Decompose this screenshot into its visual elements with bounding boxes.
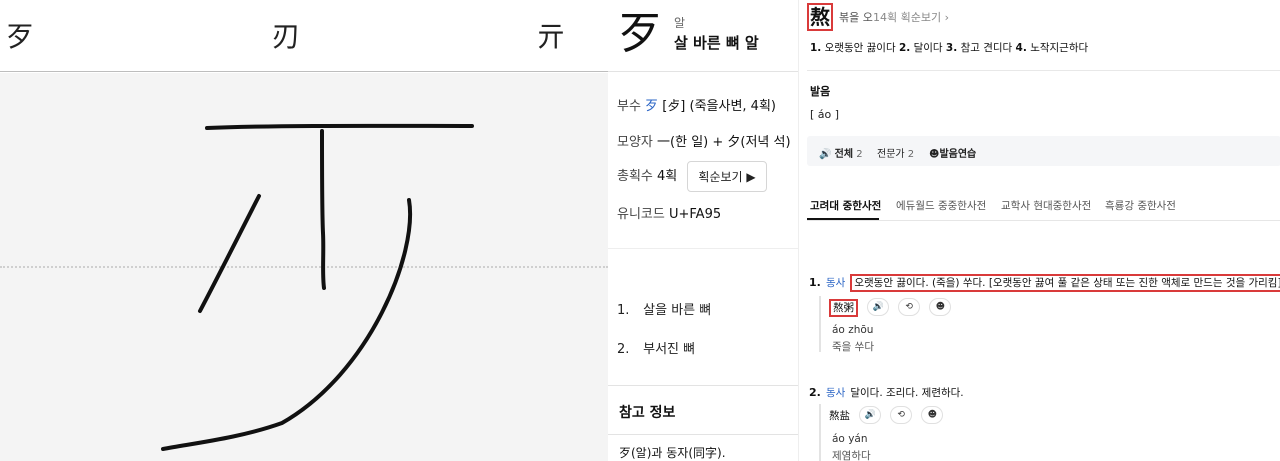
entry-character: 熬	[807, 3, 833, 31]
pron-expert-label: 전문가	[877, 149, 905, 160]
unicode-label: 유니코드	[617, 207, 665, 222]
stroke-2	[320, 129, 326, 290]
pron-practice-label: 발음연습	[939, 149, 977, 160]
example-pinyin: áo yán	[832, 433, 868, 445]
example-pinyin: áo zhōu	[832, 324, 874, 336]
definition-text: 살을 바른 뼈	[643, 303, 712, 318]
active-tab-indicator	[807, 218, 879, 220]
summary-text: 노작지근하다	[1030, 42, 1089, 54]
strokes-row: 총획수 4획 획순보기 ▶	[617, 161, 767, 192]
strokes-label: 총획수	[617, 169, 653, 184]
radical-row: 부수 歹 [歺] (죽을사변, 4획)	[617, 95, 776, 114]
meaning-summary: 1. 오랫동안 끓이다 2. 달이다 3. 참고 견디다 4. 노작지근하다	[810, 40, 1088, 55]
hanja-detail-panel: 歹 알 살 바른 뼈 알 부수 歹 [歺] (죽을사변, 4획) 모양자 一(한…	[608, 0, 798, 461]
sense-number: 1.	[809, 276, 821, 289]
definition-item: 2. 부서진 뼈	[617, 338, 695, 357]
candidate-2[interactable]: 刃	[272, 20, 300, 54]
shape-row: 모양자 一(한 일) + 夕(저녁 석)	[617, 131, 791, 150]
tab-divider	[807, 220, 1280, 221]
pron-expert-count: 2	[907, 149, 915, 160]
handwriting-canvas[interactable]	[0, 73, 608, 461]
pronunciation-title: 발음	[810, 85, 831, 98]
summary-number: 2.	[898, 42, 911, 54]
definition-number: 1.	[617, 303, 630, 318]
practice-icon: ☻	[929, 149, 940, 160]
example-toolbar: 熬粥 🔊 ⟲ ☻	[829, 296, 952, 317]
sense-number: 2.	[809, 386, 821, 399]
sense-pos[interactable]: 동사	[826, 277, 845, 289]
sense-item: 1. 동사 오랫동안 끓이다. (죽을) 쑤다. [오랫동안 끓여 풀 같은 상…	[809, 271, 1280, 292]
example-word: 熬粥	[829, 299, 858, 317]
summary-text: 참고 견디다	[960, 42, 1013, 54]
handwriting-panel: 歹 刃 亓	[0, 0, 608, 461]
tab-korea-univ[interactable]: 고려대 중한사전	[810, 198, 881, 213]
example-korean: 제염하다	[832, 450, 871, 461]
strokes-value: 4획	[657, 169, 678, 184]
entry-reading: 볶을 오	[839, 11, 873, 24]
shape-value: 一(한 일) + 夕(저녁 석)	[657, 135, 791, 150]
tab-kyohaksa[interactable]: 교학사 현대중한사전	[1001, 198, 1091, 213]
repeat-icon[interactable]: ⟲	[898, 297, 921, 316]
unicode-value: U+FA95	[668, 207, 722, 222]
summary-text: 오랫동안 끓이다	[824, 42, 896, 54]
definition-text: 부서진 뼈	[643, 342, 696, 357]
hanja-character: 歹	[618, 8, 662, 59]
speaker-icon: 🔊	[819, 149, 832, 160]
radical-label: 부수	[617, 99, 641, 114]
stroke-4	[161, 198, 412, 451]
reference-text: 歹(알)과 동자(同字).	[619, 446, 726, 460]
hanja-reading: 알	[674, 16, 686, 30]
pron-all-button[interactable]: 🔊 전체 2	[819, 145, 863, 160]
sense-item: 2. 동사 달이다. 조리다. 제련하다.	[809, 381, 964, 400]
practice-icon[interactable]: ☻	[921, 405, 944, 424]
stroke-3	[198, 194, 261, 313]
example-toolbar: 熬盐 🔊 ⟲ ☻	[829, 404, 944, 424]
divider	[608, 248, 798, 249]
reference-header: 참고 정보	[608, 385, 798, 435]
sense-text: 달이다. 조리다. 제련하다.	[850, 387, 964, 399]
repeat-icon[interactable]: ⟲	[890, 405, 913, 424]
example-word: 熬盐	[829, 410, 850, 422]
pron-practice-button[interactable]: ☻발음연습	[929, 145, 976, 160]
dictionary-panel: 熬 볶을 오 14획 획순보기 › 1. 오랫동안 끓이다 2. 달이다 3. …	[798, 0, 1280, 461]
summary-number: 3.	[945, 42, 958, 54]
summary-number: 4.	[1015, 42, 1027, 54]
hanja-meaning: 살 바른 뼈 알	[674, 34, 759, 52]
speaker-icon[interactable]: 🔊	[859, 405, 882, 424]
example-block: 熬盐 🔊 ⟲ ☻ áo yán 제염하다	[819, 404, 1079, 461]
stroke-order-button[interactable]: 획순보기 ▶	[687, 161, 767, 192]
candidate-1[interactable]: 歹	[6, 20, 34, 54]
tab-eduworld[interactable]: 에듀월드 중중한사전	[896, 198, 986, 213]
sense-pos[interactable]: 동사	[826, 387, 845, 399]
candidate-bar: 歹 刃 亓	[0, 0, 608, 72]
pronunciation-value: [ áo ]	[810, 108, 840, 121]
tab-heilongjiang[interactable]: 흑룡강 중한사전	[1105, 198, 1176, 213]
reference-title: 참고 정보	[619, 405, 676, 421]
stroke-1	[205, 123, 474, 130]
candidate-3[interactable]: 亓	[537, 20, 565, 54]
speaker-icon[interactable]: 🔊	[867, 297, 890, 316]
definition-number: 2.	[617, 342, 630, 357]
radical-detail: [歺] (죽을사변, 4획)	[662, 99, 776, 114]
divider	[807, 70, 1280, 71]
example-korean: 죽을 쑤다	[832, 341, 874, 353]
pron-expert-button[interactable]: 전문가 2	[877, 145, 914, 160]
summary-text: 달이다	[913, 42, 943, 54]
example-block: 熬粥 🔊 ⟲ ☻ áo zhōu 죽을 쑤다	[819, 296, 1079, 353]
radical-char-link[interactable]: 歹	[645, 99, 658, 114]
unicode-row: 유니코드 U+FA95	[617, 203, 721, 222]
shape-label: 모양자	[617, 135, 653, 150]
pron-all-label: 전체	[834, 149, 854, 160]
stroke-order-link[interactable]: 14획 획순보기 ›	[873, 9, 949, 25]
summary-number: 1.	[810, 42, 822, 54]
hanja-header: 歹 알 살 바른 뼈 알	[608, 0, 798, 72]
sense-text: 오랫동안 끓이다. (죽을) 쑤다. [오랫동안 끓여 풀 같은 상태 또는 진…	[850, 274, 1280, 292]
practice-icon[interactable]: ☻	[929, 297, 952, 316]
pron-all-count: 2	[856, 149, 863, 160]
definition-item: 1. 살을 바른 뼈	[617, 299, 711, 318]
handwritten-strokes	[161, 123, 474, 451]
